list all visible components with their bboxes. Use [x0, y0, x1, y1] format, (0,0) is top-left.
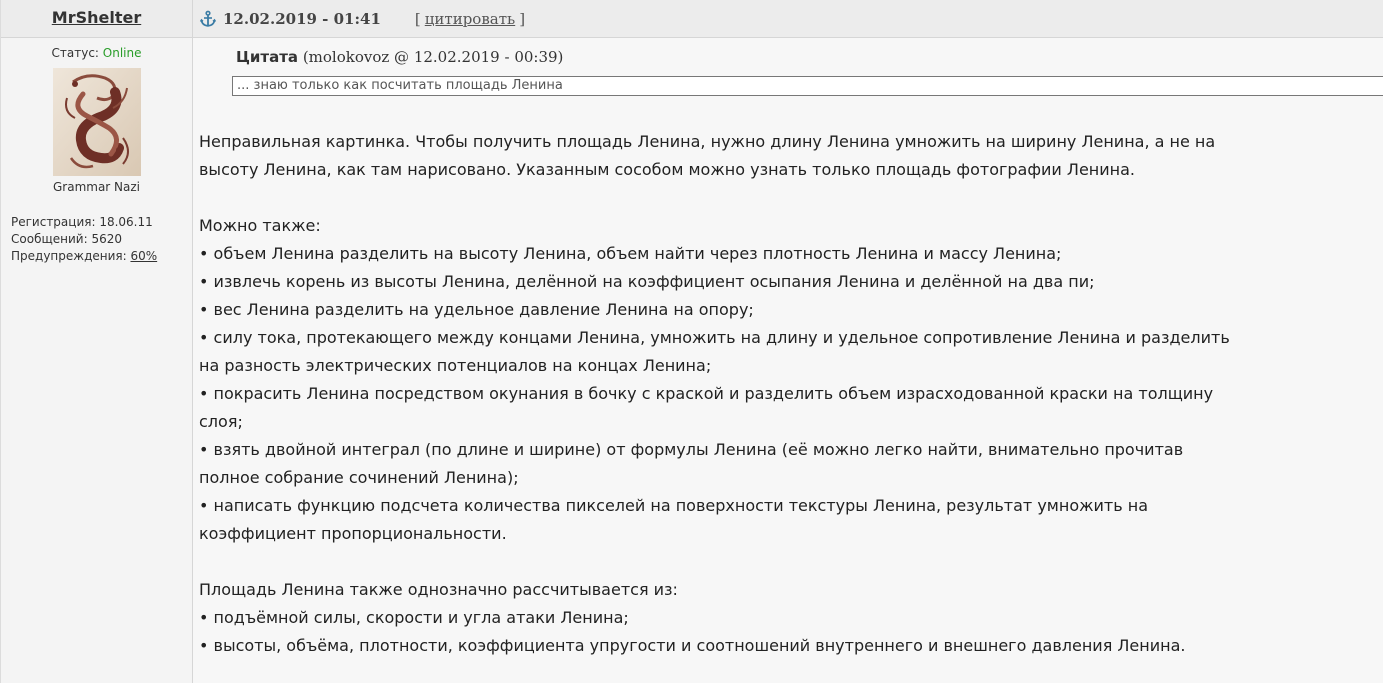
list-item: • извлечь корень из высоты Ленина, делён…	[199, 272, 1095, 291]
user-stats: Регистрация: 18.06.11 Сообщений: 5620 Пр…	[11, 214, 192, 265]
list-item: на разность электрических потенциалов на…	[199, 356, 712, 375]
list-item: • покрасить Ленина посредством окунания …	[199, 384, 1214, 403]
body-line: Неправильная картинка. Чтобы получить пл…	[199, 132, 1216, 151]
author-name-link[interactable]: MrShelter	[52, 8, 141, 27]
post-count: Сообщений: 5620	[11, 232, 122, 246]
user-sidebar: Статус: Online Grammar Nazi Регистрация:…	[1, 38, 193, 683]
bracket-close: ]	[519, 9, 526, 28]
list-item: • силу тока, протекающего между концами …	[199, 328, 1230, 347]
list-item: полное собрание сочинений Ленина);	[199, 468, 519, 487]
list-item: слоя;	[199, 412, 243, 431]
warnings: Предупреждения: 60%	[11, 248, 192, 265]
status-label: Статус:	[51, 46, 103, 60]
body-line: высоту Ленина, как там нарисовано. Указа…	[199, 160, 1135, 179]
list-item: • написать функцию подсчета количества п…	[199, 496, 1149, 515]
list-item: • взять двойной интеграл (по длине и шир…	[199, 440, 1184, 459]
post-body: Неправильная картинка. Чтобы получить пл…	[199, 128, 1359, 660]
quote-source: (molokovoz @ 12.02.2019 - 00:39)	[298, 48, 564, 66]
list-item: коэффициент пропорциональности.	[199, 524, 507, 543]
forum-post: MrShelter 12.02.2019 - 01:41 [цитировать…	[0, 0, 1383, 683]
list-item: • подъёмной силы, скорости и угла атаки …	[199, 608, 629, 627]
avatar[interactable]	[52, 68, 141, 176]
quote-button[interactable]: цитировать	[425, 10, 515, 28]
post-meta: 12.02.2019 - 01:41 [цитировать]	[199, 0, 525, 37]
user-rank: Grammar Nazi	[52, 180, 141, 194]
quote-action: [цитировать]	[415, 10, 525, 28]
user-status: Статус: Online	[1, 46, 192, 60]
list-item: • вес Ленина разделить на удельное давле…	[199, 300, 754, 319]
list-intro: Площадь Ленина также однозначно рассчиты…	[199, 580, 678, 599]
quote-label: Цитата	[236, 48, 299, 66]
author-cell: MrShelter	[1, 0, 193, 37]
quote-box: ... знаю только как посчитать площадь Ле…	[232, 76, 1383, 96]
list-item: • объем Ленина разделить на высоту Ленин…	[199, 244, 1062, 263]
post-date: 12.02.2019 - 01:41	[223, 9, 381, 28]
status-value: Online	[102, 46, 142, 60]
warnings-label: Предупреждения:	[11, 249, 131, 263]
post-content: Цитата (molokovoz @ 12.02.2019 - 00:39) …	[193, 38, 1383, 683]
anchor-icon[interactable]	[199, 10, 217, 28]
bracket-open: [	[414, 9, 421, 28]
post-header: MrShelter 12.02.2019 - 01:41 [цитировать…	[1, 0, 1383, 38]
quote-header: Цитата (molokovoz @ 12.02.2019 - 00:39)	[236, 48, 563, 66]
registration-date: Регистрация: 18.06.11	[11, 215, 153, 229]
list-intro: Можно также:	[199, 216, 321, 235]
list-item: • высоты, объёма, плотности, коэффициент…	[199, 636, 1186, 655]
warnings-link[interactable]: 60%	[130, 249, 157, 263]
